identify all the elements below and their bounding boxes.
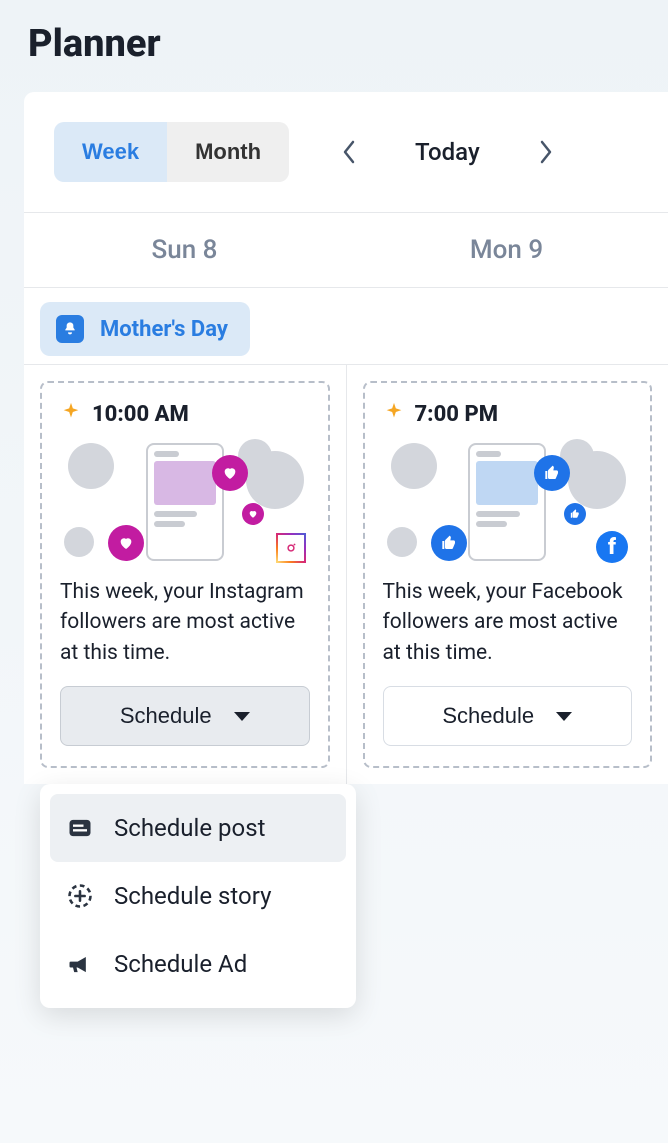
next-week-button[interactable] [528,134,564,170]
bell-icon [56,315,84,343]
page-title: Planner [0,0,668,92]
today-button[interactable]: Today [367,138,528,166]
day-header-sun: Sun 8 [24,213,346,287]
calendar-header: Sun 8 Mon 9 [24,212,668,288]
card-description: This week, your Instagram followers are … [60,577,310,668]
event-row: Mother's Day [24,288,668,365]
schedule-button[interactable]: Schedule [383,686,633,746]
dropdown-item-schedule-ad[interactable]: Schedule Ad [50,930,346,998]
heart-icon [212,455,248,491]
megaphone-icon [64,948,96,980]
dropdown-item-label: Schedule Ad [114,950,247,978]
instagram-icon [276,533,306,563]
facebook-icon: f [596,531,628,563]
dropdown-item-label: Schedule post [114,814,265,842]
day-column-mon: 7:00 PM [347,365,668,784]
dropdown-item-schedule-post[interactable]: Schedule post [50,794,346,862]
chevron-right-icon [538,139,554,165]
post-icon [64,812,96,844]
heart-icon [242,503,264,525]
like-icon [564,503,586,525]
phone-mock [146,443,224,561]
prev-week-button[interactable] [331,134,367,170]
schedule-button[interactable]: Schedule [60,686,310,746]
view-toggle: Week Month [54,122,289,182]
day-column-sun: 10:00 AM [24,365,347,784]
schedule-button-label: Schedule [120,703,212,729]
schedule-button-label: Schedule [442,703,534,729]
sparkle-icon [60,401,82,427]
story-icon [64,880,96,912]
event-label: Mother's Day [100,317,228,342]
card-description: This week, your Facebook followers are m… [383,577,633,668]
card-illustration: f [383,437,633,567]
suggestion-card-facebook: 7:00 PM [363,381,653,768]
sparkle-icon [383,401,405,427]
card-illustration [60,437,310,567]
chevron-left-icon [341,139,357,165]
dropdown-item-schedule-story[interactable]: Schedule story [50,862,346,930]
event-chip-mothers-day[interactable]: Mother's Day [40,302,250,356]
planner-panel: Week Month Today Sun 8 Mon 9 Mother's Da… [24,92,668,784]
suggestion-card-instagram: 10:00 AM [40,381,330,768]
like-icon [431,525,467,561]
card-time: 7:00 PM [415,402,498,427]
tab-week[interactable]: Week [54,122,167,182]
day-header-mon: Mon 9 [346,213,668,287]
caret-down-icon [234,712,250,721]
phone-mock [468,443,546,561]
cards-row: 10:00 AM [24,365,668,784]
heart-icon [108,525,144,561]
dropdown-item-label: Schedule story [114,882,271,910]
like-icon [534,455,570,491]
caret-down-icon [556,712,572,721]
toolbar: Week Month Today [24,122,668,212]
schedule-dropdown: Schedule post Schedule story Schedule Ad [40,784,356,1008]
card-time: 10:00 AM [92,402,189,427]
tab-month[interactable]: Month [167,122,289,182]
